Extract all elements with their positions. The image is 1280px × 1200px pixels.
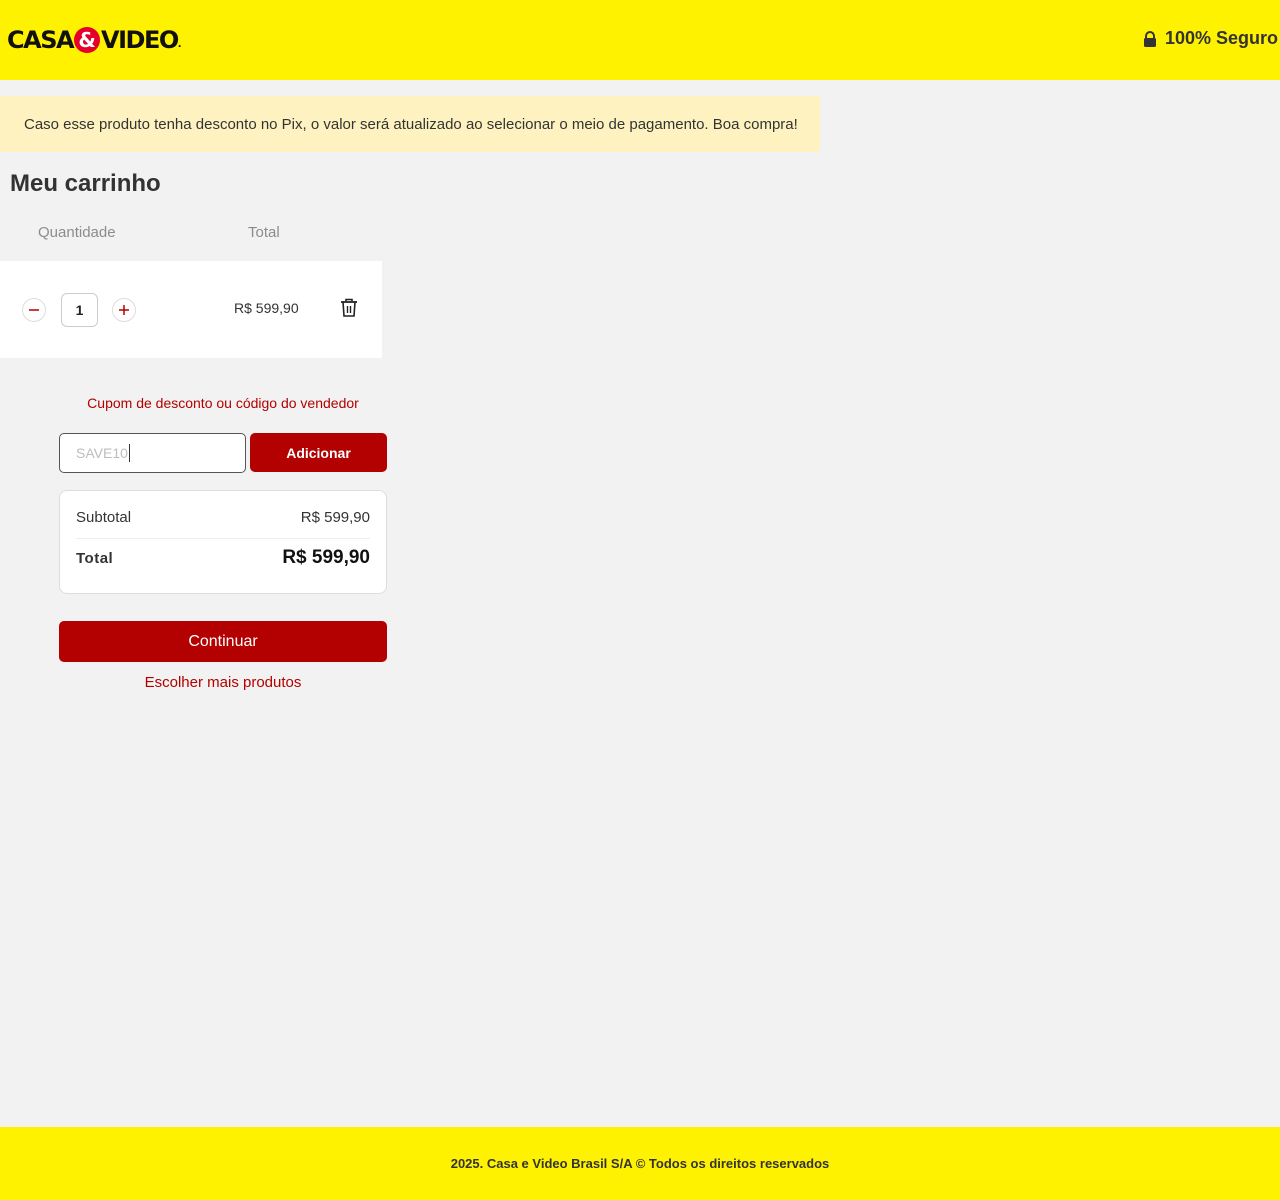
choose-more-products-link[interactable]: Escolher mais produtos <box>59 674 387 691</box>
casa-video-logo[interactable]: CASA & VIDEO . <box>7 26 182 54</box>
coupon-input[interactable]: SAVE10 <box>59 433 246 473</box>
secure-badge: 100% Seguro <box>1143 28 1278 49</box>
logo-ampersand: & <box>74 27 101 53</box>
coupon-input-value: SAVE10 <box>76 445 128 461</box>
coupon-label: Cupom de desconto ou código do vendedor <box>87 395 359 411</box>
increase-quantity-button[interactable] <box>112 298 136 322</box>
cart-item-row: 1 R$ 599,90 <box>0 261 382 358</box>
order-summary: Subtotal R$ 599,90 Total R$ 599,90 <box>59 490 387 594</box>
quantity-input[interactable]: 1 <box>61 293 98 327</box>
site-footer: 2025. Casa e Video Brasil S/A © Todos os… <box>0 1127 1280 1200</box>
site-header: CASA & VIDEO . 100% Seguro <box>0 0 1280 80</box>
page-title: Meu carrinho <box>10 170 161 197</box>
continue-button[interactable]: Continuar <box>59 621 387 662</box>
plus-icon <box>119 305 129 315</box>
logo-text-casa: CASA <box>7 26 75 54</box>
summary-divider <box>76 538 370 539</box>
lock-icon <box>1143 30 1156 47</box>
total-row: Total R$ 599,90 <box>76 547 370 569</box>
total-value: R$ 599,90 <box>282 547 370 568</box>
text-caret <box>128 444 130 462</box>
secure-label: 100% Seguro <box>1164 28 1278 48</box>
logo-text-video: VIDEO <box>101 26 179 54</box>
pix-notice-text: Caso esse produto tenha desconto no Pix,… <box>24 115 798 133</box>
subtotal-label: Subtotal <box>76 509 132 526</box>
column-header-total: Total <box>248 224 280 241</box>
minus-icon <box>29 309 39 311</box>
copyright-text: 2025. Casa e Video Brasil S/A © Todos os… <box>450 1156 830 1171</box>
pix-notice-banner: Caso esse produto tenha desconto no Pix,… <box>0 96 820 152</box>
logo-dot: . <box>177 39 182 50</box>
trash-icon[interactable] <box>340 298 358 318</box>
column-header-quantity: Quantidade <box>38 224 116 241</box>
add-coupon-button[interactable]: Adicionar <box>250 433 387 472</box>
item-total-price: R$ 599,90 <box>234 300 299 316</box>
decrease-quantity-button[interactable] <box>22 298 46 322</box>
subtotal-value: R$ 599,90 <box>300 509 370 526</box>
total-label: Total <box>76 549 114 567</box>
subtotal-row: Subtotal R$ 599,90 <box>76 509 370 526</box>
